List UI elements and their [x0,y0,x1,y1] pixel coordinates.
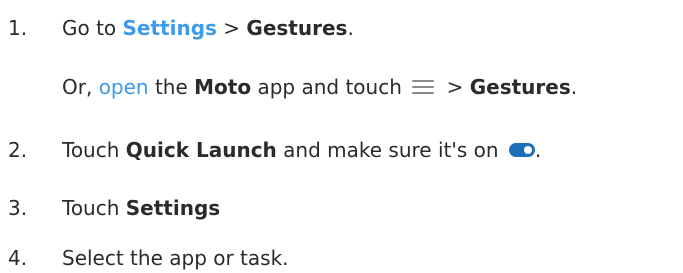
gestures-label: Gestures [469,75,571,99]
separator: > [216,16,247,40]
settings-link[interactable]: Settings [123,16,217,40]
step-text: Touch Settings [62,198,220,218]
step-number: 1. [8,16,28,40]
alt-middle: app and touch [251,75,409,99]
step-end: . [347,16,354,40]
step-lead: Touch [62,196,126,220]
toggle-on-icon [508,142,535,157]
open-link[interactable]: open [99,75,149,99]
alt-middle: the [148,75,195,99]
step-number: 2. [8,138,28,162]
menu-icon [412,79,435,94]
step-number: 4. [8,246,28,270]
step-lead: Go to [62,16,123,40]
separator: > [440,75,470,99]
step-end: . [570,75,578,99]
step-text: Select the app or task. [62,246,289,270]
moto-app-label: Moto [194,75,252,99]
step-middle: and make sure it's on [276,138,505,162]
step-text: Touch Quick Launch and make sure it's on… [62,140,541,160]
quick-launch-label: Quick Launch [125,138,277,162]
step-text: Or, open the Moto app and touch > Gestur… [62,77,577,97]
step-end: . [534,138,542,162]
alt-prefix: Or, [62,75,99,99]
settings-label: Settings [125,196,221,220]
step-text: Go to Settings > Gestures. [62,18,354,38]
step-lead: Touch [62,138,126,162]
step-number: 3. [8,196,28,220]
gestures-label: Gestures [246,16,348,40]
